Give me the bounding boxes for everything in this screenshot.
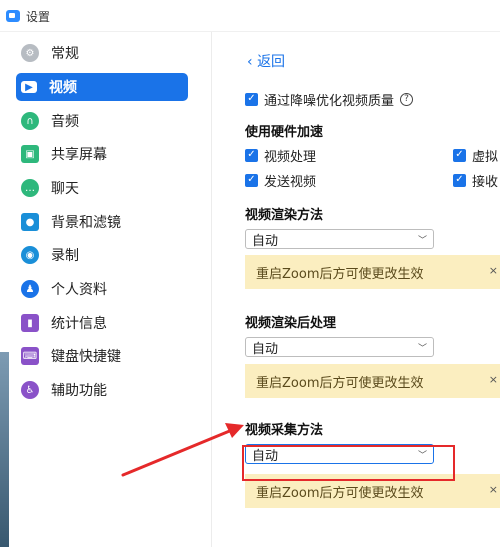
render-postprocess-select[interactable]: 自动 ﹀ <box>245 337 434 357</box>
sidebar-item-label: 个人资料 <box>51 282 107 298</box>
close-icon[interactable]: × <box>489 373 498 386</box>
sidebar-item-statistics[interactable]: ▮ 统计信息 <box>16 309 188 337</box>
sidebar-item-label: 统计信息 <box>51 316 107 332</box>
hw-accel-receive[interactable]: ✓ 接收 <box>453 171 499 190</box>
hw-accel-video-processing[interactable]: ✓ 视频处理 <box>245 146 317 165</box>
sidebar-item-label: 背景和滤镜 <box>51 215 121 231</box>
settings-window: 设置 ⚙ 常规 ▶ 视频 ∩ 音频 ▣ 共享屏幕 … 聊天 ● 背景和滤镜 ◉ … <box>0 0 500 547</box>
video-camera-icon: ▶ <box>21 81 37 93</box>
checkbox-label: 视频处理 <box>264 149 317 165</box>
restart-notice: 重启Zoom后方可使更改生效 × <box>245 255 500 289</box>
chat-bubble-icon: … <box>21 179 39 197</box>
title-bar: 设置 <box>0 0 500 32</box>
headphones-icon: ∩ <box>21 112 39 130</box>
annotation-highlight-box <box>242 445 455 481</box>
close-icon[interactable]: × <box>489 483 498 496</box>
back-link[interactable]: ‹ 返回 <box>247 51 285 71</box>
sidebar-item-label: 视频 <box>49 80 77 96</box>
notice-text: 重启Zoom后方可使更改生效 <box>256 266 424 282</box>
render-method-select[interactable]: 自动 ﹀ <box>245 229 434 249</box>
sidebar-item-background-filters[interactable]: ● 背景和滤镜 <box>16 208 188 236</box>
record-icon: ◉ <box>21 246 39 264</box>
bar-chart-icon: ▮ <box>21 314 39 332</box>
help-icon[interactable]: ? <box>400 92 414 106</box>
sidebar-item-audio[interactable]: ∩ 音频 <box>16 107 188 135</box>
chevron-down-icon: ﹀ <box>417 235 427 246</box>
sidebar-item-keyboard-shortcuts[interactable]: ⌨ 键盘快捷键 <box>16 342 188 370</box>
share-screen-icon: ▣ <box>21 145 39 163</box>
denoise-checkbox[interactable]: ✓ <box>245 92 258 106</box>
window-title: 设置 <box>26 10 51 24</box>
portrait-icon: ● <box>21 213 39 231</box>
sidebar-item-label: 音频 <box>51 114 79 130</box>
capture-method-title: 视频采集方法 <box>245 423 324 438</box>
sidebar-item-label: 聊天 <box>51 181 79 197</box>
restart-notice: 重启Zoom后方可使更改生效 × <box>245 364 500 398</box>
sidebar-item-label: 键盘快捷键 <box>51 349 121 365</box>
back-label: 返回 <box>257 54 286 70</box>
denoise-option[interactable]: ✓ 通过降噪优化视频质量 ? <box>245 90 414 109</box>
sidebar-item-general[interactable]: ⚙ 常规 <box>16 39 188 67</box>
hw-accel-send-video[interactable]: ✓ 发送视频 <box>245 171 317 190</box>
sidebar-item-share-screen[interactable]: ▣ 共享屏幕 <box>16 140 188 168</box>
hw-accel-virtual[interactable]: ✓ 虚拟 <box>453 146 499 165</box>
sidebar-item-label: 辅助功能 <box>51 383 107 399</box>
close-icon[interactable]: × <box>489 264 498 277</box>
checkbox-label: 发送视频 <box>264 174 317 190</box>
render-postprocess-title: 视频渲染后处理 <box>245 316 337 331</box>
zoom-app-icon <box>6 10 20 22</box>
sidebar-item-recording[interactable]: ◉ 录制 <box>16 241 188 269</box>
gear-icon: ⚙ <box>21 44 39 62</box>
sidebar-item-chat[interactable]: … 聊天 <box>16 174 188 202</box>
sidebar: ⚙ 常规 ▶ 视频 ∩ 音频 ▣ 共享屏幕 … 聊天 ● 背景和滤镜 ◉ 录制 … <box>0 32 212 547</box>
checkbox[interactable]: ✓ <box>453 173 466 187</box>
sidebar-item-label: 录制 <box>51 248 79 264</box>
select-value: 自动 <box>252 341 279 357</box>
render-method-title: 视频渲染方法 <box>245 208 324 223</box>
sidebar-item-accessibility[interactable]: ♿ 辅助功能 <box>16 376 188 404</box>
select-value: 自动 <box>252 233 279 249</box>
checkbox-label: 接收 <box>472 174 499 190</box>
hw-accel-title: 使用硬件加速 <box>245 125 324 140</box>
checkbox-label: 虚拟 <box>472 149 499 165</box>
checkbox[interactable]: ✓ <box>453 148 466 162</box>
notice-text: 重启Zoom后方可使更改生效 <box>256 485 424 501</box>
accessibility-icon: ♿ <box>21 381 39 399</box>
chevron-down-icon: ﹀ <box>417 343 427 354</box>
sidebar-item-label: 常规 <box>51 46 79 62</box>
sidebar-item-profile[interactable]: ♟ 个人资料 <box>16 275 188 303</box>
sidebar-item-video[interactable]: ▶ 视频 <box>16 73 188 101</box>
keyboard-icon: ⌨ <box>21 347 39 365</box>
user-icon: ♟ <box>21 280 39 298</box>
sidebar-item-label: 共享屏幕 <box>51 147 107 163</box>
denoise-label: 通过降噪优化视频质量 <box>264 93 395 109</box>
checkbox[interactable]: ✓ <box>245 148 258 162</box>
notice-text: 重启Zoom后方可使更改生效 <box>256 375 424 391</box>
checkbox[interactable]: ✓ <box>245 173 258 187</box>
chevron-left-icon: ‹ <box>247 54 258 70</box>
